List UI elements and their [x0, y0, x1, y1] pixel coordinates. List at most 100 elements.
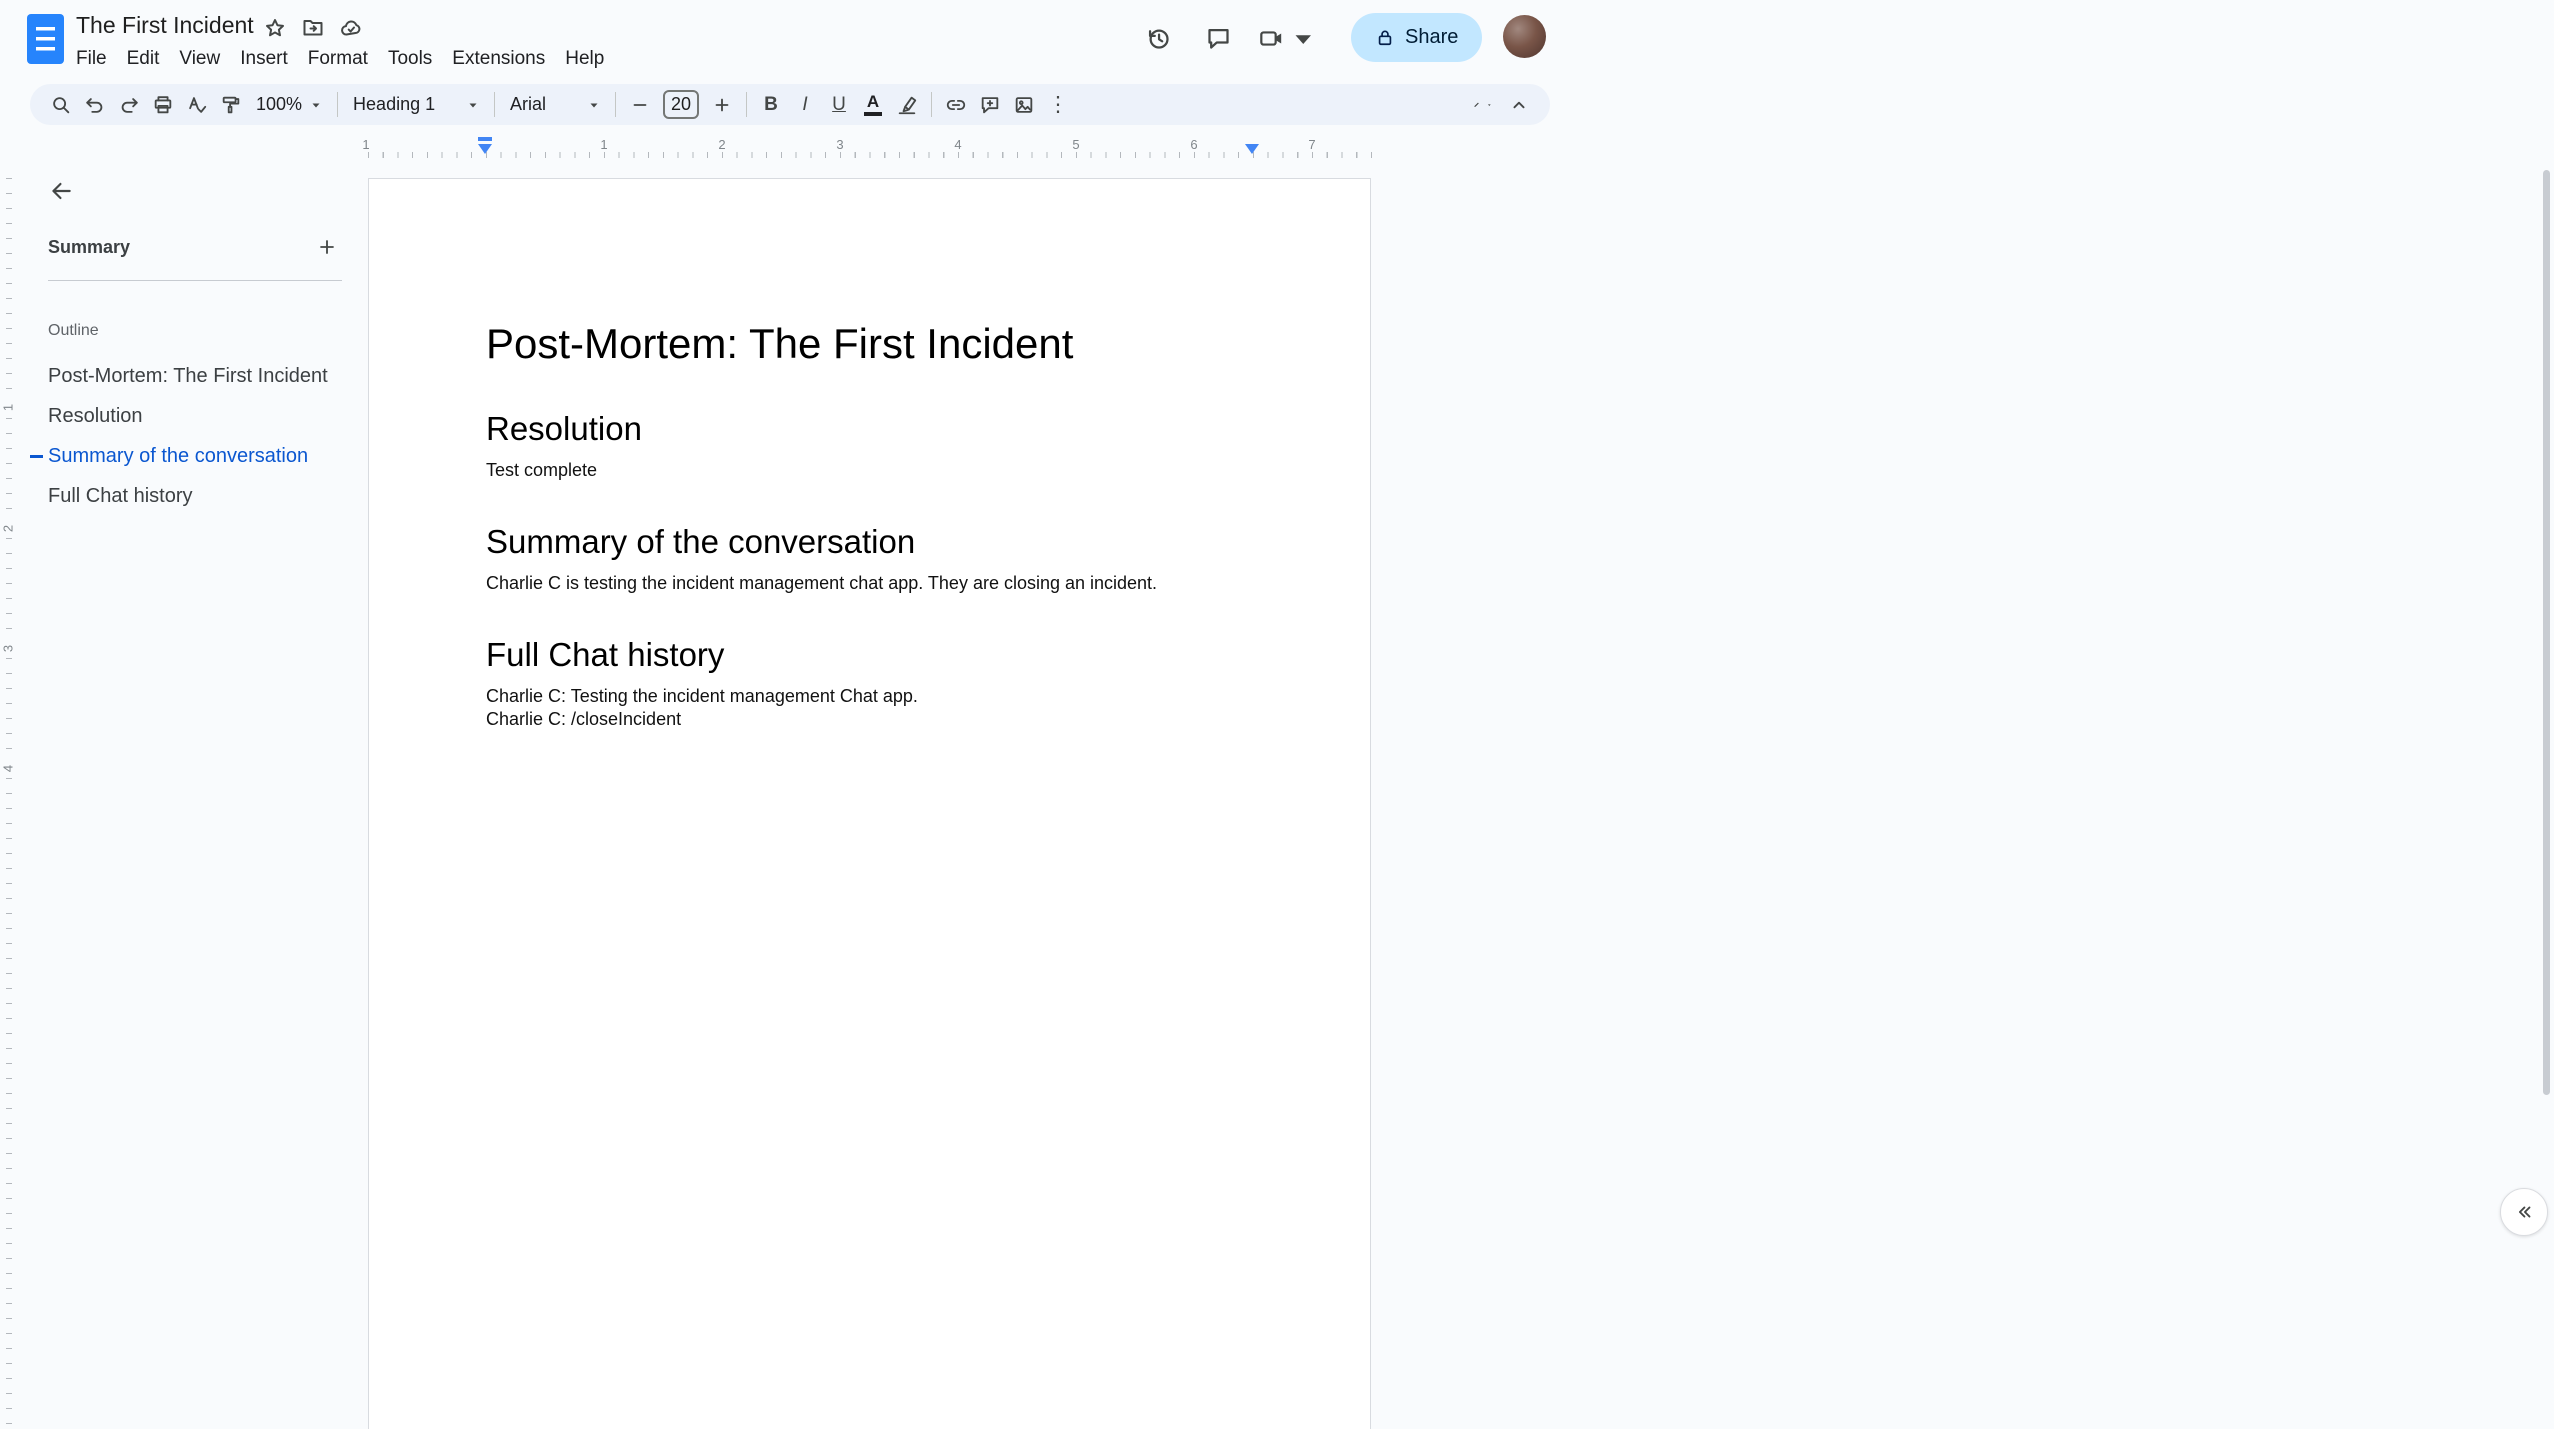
- toolbar-separator: [615, 92, 617, 117]
- current-heading-dash: [30, 455, 43, 458]
- open-comments-button[interactable]: [1201, 21, 1235, 55]
- vertical-scrollbar[interactable]: [2543, 170, 2550, 1095]
- ruler-number: 3: [836, 137, 844, 152]
- docs-logo[interactable]: [27, 14, 64, 64]
- bold-button[interactable]: B: [754, 89, 788, 121]
- text-color-icon: A: [864, 93, 883, 116]
- show-side-panel-button[interactable]: [2500, 1188, 2548, 1236]
- underline-icon: U: [832, 93, 846, 115]
- doc-paragraph[interactable]: Test complete: [486, 459, 1270, 482]
- italic-button[interactable]: I: [788, 89, 822, 121]
- menu-item[interactable]: Insert: [230, 44, 298, 74]
- undo-button[interactable]: [78, 89, 112, 121]
- menu-item[interactable]: Edit: [117, 44, 170, 74]
- underline-button[interactable]: U: [822, 89, 856, 121]
- font-family-select[interactable]: Arial: [502, 89, 608, 121]
- plus-icon: [715, 98, 729, 111]
- ruler-number: 1: [362, 137, 370, 152]
- version-history-button[interactable]: [1141, 21, 1175, 55]
- paragraph-style-select[interactable]: Heading 1: [345, 89, 487, 121]
- more-toolbar-options-button[interactable]: ⋮: [1041, 89, 1075, 121]
- menu-bar: File Edit View Insert Format Tools Exten…: [66, 44, 614, 74]
- pencil-icon: [1474, 102, 1479, 107]
- insert-link-button[interactable]: [939, 89, 973, 121]
- toolbar-separator: [337, 92, 339, 117]
- menu-item[interactable]: File: [66, 44, 117, 74]
- highlight-color-button[interactable]: [890, 89, 924, 121]
- doc-section: Resolution Test complete: [486, 409, 1270, 482]
- menu-item[interactable]: Tools: [378, 44, 442, 74]
- outline-item[interactable]: Full Chat history: [0, 476, 360, 516]
- left-indent-marker[interactable]: [478, 144, 492, 154]
- ruler-number: 3: [0, 639, 16, 658]
- zoom-value: 100%: [256, 94, 303, 114]
- link-icon: [946, 99, 966, 110]
- spellcheck-icon: [189, 96, 207, 113]
- share-button[interactable]: Share: [1351, 13, 1483, 62]
- doc-paragraph[interactable]: Charlie C: Testing the incident manageme…: [486, 685, 1270, 708]
- document-status-button[interactable]: [336, 13, 366, 43]
- doc-paragraph[interactable]: Charlie C is testing the incident manage…: [486, 572, 1270, 595]
- paragraph-style-value: Heading 1: [353, 94, 436, 114]
- doc-heading[interactable]: Full Chat history: [486, 635, 1270, 675]
- join-call-button[interactable]: [1258, 21, 1316, 55]
- doc-section: Summary of the conversation Charlie C is…: [486, 522, 1270, 595]
- sidebar-divider: [48, 280, 342, 281]
- close-outline-button[interactable]: [42, 172, 80, 210]
- first-line-indent-marker[interactable]: [478, 137, 492, 141]
- double-chevron-left-icon: [2518, 1206, 2531, 1218]
- right-indent-marker[interactable]: [1245, 144, 1259, 154]
- zoom-select[interactable]: 100%: [248, 89, 330, 121]
- chevron-up-icon: [1513, 101, 1525, 108]
- doc-paragraphs: Test complete: [486, 459, 1270, 482]
- outline-item-label: Post-Mortem: The First Incident: [48, 364, 328, 387]
- star-button[interactable]: [260, 13, 290, 43]
- editing-mode-select[interactable]: [1463, 89, 1502, 121]
- outline-item[interactable]: Resolution: [0, 396, 360, 436]
- move-to-folder-button[interactable]: [298, 13, 328, 43]
- comment-icon: [1207, 28, 1229, 49]
- plus-icon: [320, 240, 334, 254]
- menu-item[interactable]: Format: [298, 44, 378, 74]
- ruler-number: 1: [600, 137, 608, 152]
- doc-paragraphs: Charlie C: Testing the incident manageme…: [486, 685, 1270, 731]
- doc-sections: Resolution Test complete Summary of the …: [486, 409, 1270, 731]
- add-summary-button[interactable]: [312, 232, 342, 262]
- text-color-button[interactable]: A: [856, 89, 890, 121]
- hide-menus-button[interactable]: [1502, 89, 1536, 121]
- search-menus-button[interactable]: [44, 89, 78, 121]
- doc-heading[interactable]: Resolution: [486, 409, 1270, 449]
- add-comment-button[interactable]: [973, 89, 1007, 121]
- document-page[interactable]: Post-Mortem: The First Incident Resoluti…: [368, 178, 1371, 1429]
- outline-item-label: Full Chat history: [48, 484, 193, 507]
- title-actions: [260, 13, 366, 43]
- ruler-number: 2: [0, 519, 16, 538]
- share-button-label: Share: [1405, 26, 1459, 48]
- doc-heading[interactable]: Summary of the conversation: [486, 522, 1270, 562]
- account-avatar[interactable]: [1503, 15, 1546, 58]
- doc-title-heading[interactable]: Post-Mortem: The First Incident: [486, 319, 1270, 369]
- chevron-down-icon: [1295, 34, 1311, 44]
- outline-item[interactable]: Post-Mortem: The First Incident: [0, 356, 360, 396]
- increase-font-size-button[interactable]: [705, 89, 739, 121]
- outline-item[interactable]: Summary of the conversation: [0, 436, 360, 476]
- decrease-font-size-button[interactable]: [623, 89, 657, 121]
- doc-paragraph[interactable]: Charlie C: /closeIncident: [486, 708, 1270, 731]
- spelling-grammar-check-button[interactable]: [180, 89, 214, 121]
- menu-item[interactable]: View: [169, 44, 230, 74]
- document-title[interactable]: The First Incident: [76, 12, 254, 39]
- chevron-down-icon: [469, 103, 477, 107]
- bold-icon: B: [764, 93, 778, 115]
- paint-format-button[interactable]: [214, 89, 248, 121]
- horizontal-ruler: 1 1 2 3 4 5 6 7: [362, 134, 1372, 160]
- menu-item[interactable]: Help: [555, 44, 614, 74]
- toolbar-separator: [494, 92, 496, 117]
- docs-logo-lines: [36, 27, 55, 52]
- menu-item[interactable]: Extensions: [442, 44, 555, 74]
- cloud-saved-icon: [341, 20, 361, 36]
- insert-image-button[interactable]: [1007, 89, 1041, 121]
- print-button[interactable]: [146, 89, 180, 121]
- font-size-input[interactable]: 20: [663, 90, 700, 119]
- redo-button[interactable]: [112, 89, 146, 121]
- video-camera-icon: [1260, 30, 1282, 46]
